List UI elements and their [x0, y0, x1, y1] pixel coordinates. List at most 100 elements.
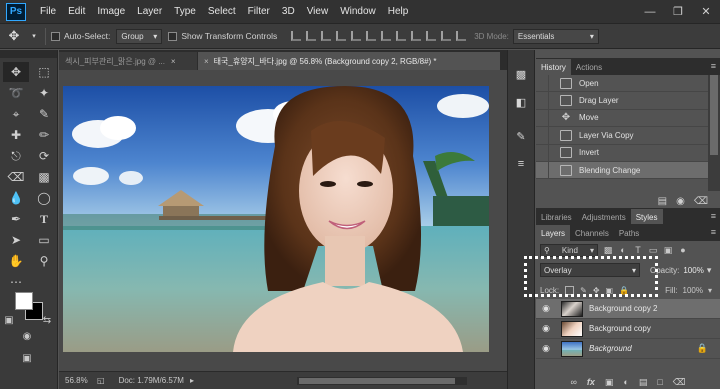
history-checkbox[interactable] [536, 126, 549, 144]
history-checkbox[interactable] [536, 109, 549, 127]
blur-tool-icon[interactable]: 💧 [3, 188, 29, 208]
layer-mask-icon[interactable]: ▣ [605, 377, 614, 388]
marquee-tool-icon[interactable]: ⬚ [31, 62, 57, 82]
distribute-middle-icon[interactable] [396, 31, 407, 41]
history-checkbox[interactable] [536, 75, 549, 92]
menu-layer[interactable]: Layer [131, 0, 168, 24]
lock-all-icon[interactable]: 🔒 [619, 286, 629, 295]
layer-row-background-copy[interactable]: ◉ Background copy [536, 319, 720, 339]
pixel-filter-icon[interactable]: ▩ [603, 245, 613, 255]
edit-toolbar-icon[interactable]: ⋯ [3, 272, 29, 292]
healing-brush-tool-icon[interactable]: ✚ [3, 125, 29, 145]
history-checkbox[interactable] [536, 161, 549, 179]
quick-select-tool-icon[interactable]: ✦ [31, 83, 57, 103]
default-colors-icon[interactable]: ▣ [2, 312, 16, 328]
menu-edit[interactable]: Edit [62, 0, 91, 24]
distribute-top-icon[interactable] [381, 31, 392, 41]
filter-toggle-icon[interactable]: ● [678, 245, 688, 255]
clone-stamp-tool-icon[interactable]: ⎋ [3, 146, 29, 166]
panel-menu-icon[interactable]: ≡ [711, 61, 716, 71]
tab-document-2[interactable]: × 태국_휴양지_바다.jpg @ 56.8% (Background copy… [198, 52, 500, 70]
tab-channels[interactable]: Channels [570, 225, 614, 241]
history-item-drag-layer[interactable]: Drag Layer [536, 92, 708, 110]
history-item-invert[interactable]: Invert [536, 144, 708, 162]
move-tool-preset-icon[interactable]: ✥ [0, 24, 28, 49]
scrollbar-thumb[interactable] [710, 75, 718, 155]
align-center-icon[interactable] [351, 31, 362, 41]
eye-icon[interactable]: ◉ [536, 323, 556, 334]
history-item-move[interactable]: ✥ Move [536, 109, 708, 128]
new-document-from-state-icon[interactable]: ▤ [658, 196, 667, 207]
lasso-tool-icon[interactable]: ➰ [3, 83, 29, 103]
tab-paths[interactable]: Paths [614, 225, 644, 241]
menu-file[interactable]: File [34, 0, 62, 24]
close-icon[interactable]: × [171, 57, 176, 66]
distribute-right-icon[interactable] [456, 31, 467, 41]
doc-size-info[interactable]: Doc: 1.79M/6.57M [119, 376, 184, 385]
tab-document-1[interactable]: 섹시_피부관리_맑은.jpg @ ... × [59, 52, 197, 70]
history-item-layer-via-copy[interactable]: Layer Via Copy [536, 126, 708, 145]
auto-select-checkbox[interactable] [51, 31, 60, 41]
history-item-open[interactable]: Open [536, 75, 708, 93]
tab-layers[interactable]: Layers [536, 225, 571, 241]
properties-panel-icon[interactable]: ◧ [508, 90, 534, 114]
eye-icon[interactable]: ◉ [536, 303, 556, 314]
adjustments-panel-icon[interactable]: ≡ [508, 152, 534, 176]
link-layers-icon[interactable]: ∞ [570, 377, 576, 387]
brush-tool-icon[interactable]: ✏ [31, 125, 57, 145]
export-icon[interactable]: ◱ [97, 376, 105, 385]
hand-tool-icon[interactable]: ✋ [3, 251, 29, 271]
eye-icon[interactable]: ◉ [536, 343, 556, 354]
brush-panel-icon[interactable]: ✎ [508, 124, 534, 148]
restore-icon[interactable]: ❐ [664, 0, 692, 24]
history-panel-icon[interactable]: ▩ [508, 62, 534, 86]
type-tool-icon[interactable]: T [31, 209, 57, 229]
document-canvas[interactable] [63, 86, 489, 352]
tab-adjustments[interactable]: Adjustments [577, 209, 631, 225]
menu-filter[interactable]: Filter [242, 0, 276, 24]
chevron-down-icon[interactable]: ▾ [707, 265, 712, 276]
kind-filter-dropdown[interactable]: ⚲ Kind ▾ [540, 243, 598, 257]
horizontal-scrollbar[interactable] [297, 376, 467, 385]
close-icon[interactable]: ✕ [692, 0, 720, 24]
close-icon[interactable]: × [204, 57, 209, 66]
lock-image-icon[interactable]: ✎ [580, 286, 587, 295]
workspace-dropdown[interactable]: Essentials ▾ [512, 28, 599, 44]
menu-view[interactable]: View [301, 0, 335, 24]
menu-type[interactable]: Type [168, 0, 202, 24]
distribute-left-icon[interactable] [426, 31, 437, 41]
eraser-tool-icon[interactable]: ⌫ [3, 167, 29, 187]
lock-artboard-icon[interactable]: ▣ [606, 286, 614, 295]
chevron-down-icon[interactable]: ▾ [708, 286, 712, 295]
chevron-down-icon[interactable]: ▾ [28, 24, 40, 49]
shape-filter-icon[interactable]: ▭ [648, 245, 658, 255]
info-arrow-icon[interactable]: ▸ [190, 376, 194, 385]
layer-row-background-copy-2[interactable]: ◉ Background copy 2 [536, 299, 720, 319]
align-bottom-icon[interactable] [321, 31, 332, 41]
align-right-icon[interactable] [366, 31, 377, 41]
zoom-level[interactable]: 56.8% [59, 376, 95, 385]
menu-select[interactable]: Select [202, 0, 242, 24]
smart-object-filter-icon[interactable]: ▣ [663, 245, 673, 255]
quick-mask-icon[interactable]: ◉ [14, 328, 40, 344]
distribute-center-icon[interactable] [441, 31, 452, 41]
history-checkbox[interactable] [536, 92, 549, 110]
screen-mode-icon[interactable]: ▣ [14, 350, 40, 366]
foreground-color-swatch[interactable] [15, 292, 33, 310]
scrollbar-thumb[interactable] [299, 377, 455, 384]
align-top-icon[interactable] [291, 31, 302, 41]
pen-tool-icon[interactable]: ✒ [3, 209, 29, 229]
blend-mode-dropdown[interactable]: Overlay ▾ [540, 263, 640, 277]
snapshot-camera-icon[interactable]: ◉ [676, 196, 685, 207]
layer-style-icon[interactable]: fx [587, 377, 595, 387]
history-checkbox[interactable] [536, 144, 549, 162]
new-group-icon[interactable]: ▤ [639, 377, 648, 388]
panel-menu-icon[interactable]: ≡ [711, 227, 716, 237]
rectangle-tool-icon[interactable]: ▭ [31, 230, 57, 250]
crop-tool-icon[interactable]: ⌖ [3, 104, 29, 124]
align-left-icon[interactable] [336, 31, 347, 41]
panel-menu-icon[interactable]: ≡ [711, 211, 716, 221]
trash-icon[interactable]: ⌫ [694, 196, 708, 207]
show-transform-checkbox[interactable] [168, 31, 178, 41]
eyedropper-tool-icon[interactable]: ✎ [31, 104, 57, 124]
